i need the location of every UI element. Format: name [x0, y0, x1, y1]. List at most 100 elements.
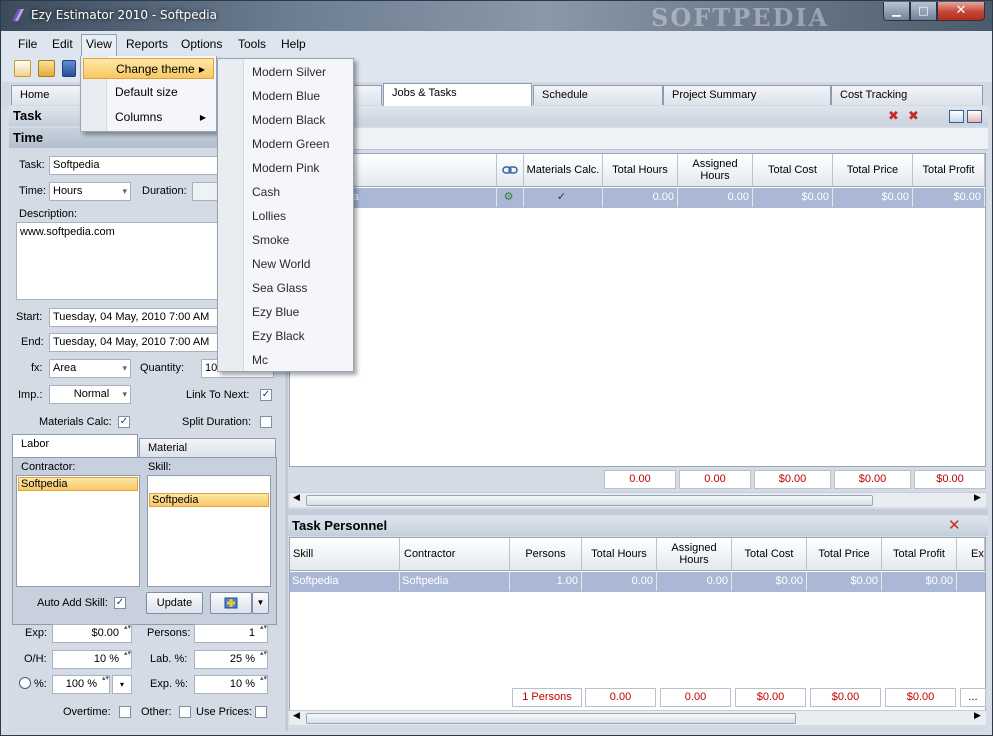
- scroll-right-arrow[interactable]: ▶: [974, 493, 981, 503]
- menu-reports[interactable]: Reports: [122, 35, 172, 54]
- tab-cost-tracking[interactable]: Cost Tracking: [831, 85, 983, 105]
- persons-input[interactable]: 1: [194, 624, 268, 643]
- menu-edit[interactable]: Edit: [48, 35, 77, 54]
- col-total-cost[interactable]: Total Cost: [753, 154, 833, 187]
- exp-input[interactable]: $0.00: [52, 624, 132, 643]
- col-assigned-hours[interactable]: Assigned Hours: [678, 154, 753, 187]
- theme-mc[interactable]: Mc: [220, 348, 351, 372]
- theme-ezy-blue[interactable]: Ezy Blue: [220, 300, 351, 324]
- col-skill[interactable]: Skill: [290, 538, 400, 571]
- menu-help[interactable]: Help: [277, 35, 310, 54]
- other-checkbox[interactable]: [179, 706, 191, 718]
- overtime-checkbox[interactable]: [119, 706, 131, 718]
- col-persons[interactable]: Persons: [510, 538, 582, 571]
- menu-change-theme[interactable]: Change theme ▶: [83, 58, 214, 79]
- theme-new-world[interactable]: New World: [220, 252, 351, 276]
- theme-ezy-black[interactable]: Ezy Black: [220, 324, 351, 348]
- scroll-right-arrow[interactable]: ▶: [974, 711, 981, 721]
- skill-cell[interactable]: Softpedia: [290, 572, 400, 591]
- theme-modern-pink[interactable]: Modern Pink: [220, 156, 351, 180]
- col-p-total-profit[interactable]: Total Profit: [882, 538, 957, 571]
- delete-job-icon[interactable]: ✖: [888, 110, 902, 123]
- new-file-icon[interactable]: [14, 60, 31, 77]
- importance-select[interactable]: Normal: [49, 385, 131, 404]
- theme-modern-blue[interactable]: Modern Blue: [220, 84, 351, 108]
- labor-pct-input[interactable]: 25 %: [194, 650, 268, 669]
- col-total-hours[interactable]: Total Hours: [603, 154, 678, 187]
- percent-dropdown[interactable]: ▾: [112, 675, 132, 694]
- col-contractor[interactable]: Contractor: [400, 538, 510, 571]
- maximize-button[interactable]: □: [910, 2, 937, 21]
- close-button[interactable]: ✕: [937, 2, 985, 21]
- p-total-profit-cell[interactable]: $0.00: [882, 572, 957, 591]
- tab-project-summary[interactable]: Project Summary: [663, 85, 831, 105]
- tab-labor[interactable]: Labor: [12, 434, 138, 457]
- scroll-left-arrow[interactable]: ◀: [293, 493, 300, 503]
- report-icon[interactable]: [967, 110, 982, 123]
- overhead-input[interactable]: 10 %: [52, 650, 132, 669]
- tab-material[interactable]: Material: [139, 438, 276, 457]
- materials-calc-checkbox[interactable]: ✓: [118, 416, 130, 428]
- tab-home[interactable]: Home: [11, 85, 81, 105]
- contractor-cell[interactable]: Softpedia: [400, 572, 510, 591]
- p-total-hours-cell[interactable]: 0.00: [582, 572, 657, 591]
- horizontal-splitter[interactable]: [288, 509, 988, 515]
- auto-add-skill-checkbox[interactable]: ✓: [114, 597, 126, 609]
- minimize-button[interactable]: ▁: [883, 2, 910, 21]
- menu-columns[interactable]: Columns ▶: [83, 107, 214, 128]
- theme-cash[interactable]: Cash: [220, 180, 351, 204]
- p-total-price-cell[interactable]: $0.00: [807, 572, 882, 591]
- scroll-thumb[interactable]: [306, 713, 796, 724]
- exp-pct-input[interactable]: 10 %: [194, 675, 268, 694]
- more-columns-button[interactable]: ...: [960, 688, 986, 707]
- theme-modern-green[interactable]: Modern Green: [220, 132, 351, 156]
- theme-sea-glass[interactable]: Sea Glass: [220, 276, 351, 300]
- update-button[interactable]: Update: [146, 592, 203, 614]
- scroll-thumb[interactable]: [306, 495, 873, 506]
- scroll-left-arrow[interactable]: ◀: [293, 711, 300, 721]
- link-status-icon[interactable]: ⚙: [497, 188, 524, 207]
- skill-list[interactable]: Softpedia: [147, 475, 271, 587]
- total-cost-cell[interactable]: $0.00: [753, 188, 833, 207]
- link-next-checkbox[interactable]: ✓: [260, 389, 272, 401]
- col-p-total-price[interactable]: Total Price: [807, 538, 882, 571]
- add-person-dropdown[interactable]: ▼: [252, 592, 269, 614]
- menu-tools[interactable]: Tools: [234, 35, 270, 54]
- menu-file[interactable]: File: [14, 35, 41, 54]
- col-p-ex[interactable]: Ex: [957, 538, 985, 571]
- open-folder-icon[interactable]: [38, 60, 55, 77]
- edit-icon[interactable]: [949, 110, 964, 123]
- p-assigned-hours-cell[interactable]: 0.00: [657, 572, 732, 591]
- theme-lollies[interactable]: Lollies: [220, 204, 351, 228]
- p-total-cost-cell[interactable]: $0.00: [732, 572, 807, 591]
- tab-schedule[interactable]: Schedule: [533, 85, 663, 105]
- col-p-assigned-hours[interactable]: Assigned Hours: [657, 538, 732, 571]
- col-link[interactable]: [497, 154, 524, 187]
- add-person-button[interactable]: [210, 592, 252, 614]
- save-icon[interactable]: [62, 60, 76, 77]
- jobs-horizontal-scrollbar[interactable]: ◀ ▶: [289, 492, 986, 507]
- menu-default-size[interactable]: Default size: [83, 82, 214, 103]
- contractor-item[interactable]: Softpedia: [18, 477, 138, 491]
- percent-input[interactable]: 100 %: [52, 675, 110, 694]
- remove-personnel-icon[interactable]: ✕: [948, 516, 961, 534]
- fx-select[interactable]: Area: [49, 359, 131, 378]
- menu-options[interactable]: Options: [177, 35, 226, 54]
- time-unit-select[interactable]: Hours: [49, 182, 131, 201]
- col-materials-calc[interactable]: Materials Calc.: [524, 154, 603, 187]
- total-profit-cell[interactable]: $0.00: [913, 188, 985, 207]
- col-p-total-cost[interactable]: Total Cost: [732, 538, 807, 571]
- tab-jobs-tasks[interactable]: Jobs & Tasks: [383, 83, 532, 106]
- use-prices-checkbox[interactable]: [255, 706, 267, 718]
- total-price-cell[interactable]: $0.00: [833, 188, 913, 207]
- personnel-horizontal-scrollbar[interactable]: ◀ ▶: [289, 710, 986, 725]
- col-total-price[interactable]: Total Price: [833, 154, 913, 187]
- total-hours-cell[interactable]: 0.00: [603, 188, 678, 207]
- contractor-list[interactable]: Softpedia: [16, 475, 140, 587]
- menu-view[interactable]: View: [81, 34, 117, 56]
- split-duration-checkbox[interactable]: [260, 416, 272, 428]
- title-bar[interactable]: Ezy Estimator 2010 - Softpedia SOFTPEDIA: [1, 1, 992, 32]
- col-total-profit[interactable]: Total Profit: [913, 154, 985, 187]
- theme-smoke[interactable]: Smoke: [220, 228, 351, 252]
- delete-task-icon[interactable]: ✖: [908, 110, 922, 123]
